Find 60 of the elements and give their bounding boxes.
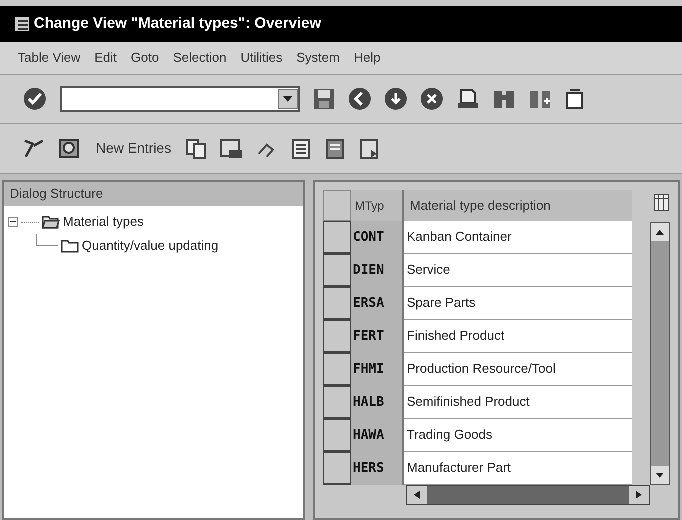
delete-row-icon[interactable] xyxy=(219,138,244,160)
table-cell: DIEN xyxy=(351,254,404,287)
table-cell: FHMI xyxy=(351,353,404,386)
row-selector[interactable] xyxy=(323,353,351,386)
input-field[interactable]: Service xyxy=(404,254,632,287)
folder-icon xyxy=(61,239,79,253)
save-icon[interactable] xyxy=(312,87,336,111)
row-selector[interactable] xyxy=(323,221,351,254)
row-selector[interactable] xyxy=(323,320,351,353)
command-field[interactable] xyxy=(60,86,300,112)
scroll-up-icon[interactable] xyxy=(651,223,669,241)
row-selector[interactable] xyxy=(323,452,351,485)
horizontal-scrollbar[interactable] xyxy=(406,485,650,505)
menu-item[interactable]: Selection xyxy=(173,48,227,68)
print-icon[interactable] xyxy=(456,87,480,111)
input-field[interactable]: Production Resource/Tool xyxy=(404,353,632,386)
menu-item[interactable]: Help xyxy=(354,48,381,68)
input-field[interactable]: Finished Product xyxy=(404,320,632,353)
table-settings-icon[interactable] xyxy=(654,194,670,212)
menu-item[interactable]: System xyxy=(296,48,340,68)
column-header: MTyp xyxy=(351,190,404,221)
scroll-left-icon[interactable] xyxy=(407,486,427,504)
open-folder-icon xyxy=(42,215,60,229)
window-title: Change View "Material types": Overview xyxy=(34,14,322,34)
table-cell: HAWA xyxy=(351,419,404,452)
collapse-icon[interactable] xyxy=(8,217,18,227)
table-cell: HALB xyxy=(351,386,404,419)
panel-title: Dialog Structure xyxy=(4,182,303,206)
scroll-right-icon[interactable] xyxy=(629,486,649,504)
input-field[interactable]: Trading Goods xyxy=(404,419,632,452)
enter-check-icon[interactable] xyxy=(22,86,48,112)
input-field[interactable]: Semifinished Product xyxy=(404,386,632,419)
input-field[interactable]: Manufacturer Part xyxy=(404,452,632,485)
table-cell: HERS xyxy=(351,452,404,485)
tree-line xyxy=(36,234,58,246)
row-selector[interactable] xyxy=(323,254,351,287)
new-entries-button[interactable]: New Entries xyxy=(94,138,174,159)
table-cell: ERSA xyxy=(351,287,404,320)
input-field[interactable]: Kanban Container xyxy=(404,221,632,254)
tree-item[interactable]: Material types xyxy=(63,212,144,232)
row-selector[interactable] xyxy=(323,386,351,419)
table-cell: CONT xyxy=(351,221,404,254)
menu-item[interactable]: Goto xyxy=(131,48,160,68)
table-cell: FERT xyxy=(351,320,404,353)
exit-icon[interactable] xyxy=(384,87,408,111)
column-header: Material type description xyxy=(404,190,632,221)
row-selector[interactable] xyxy=(323,419,351,452)
copy-icon[interactable] xyxy=(185,138,208,160)
back-icon[interactable] xyxy=(348,87,372,111)
input-field[interactable]: Spare Parts xyxy=(404,287,632,320)
tree-item[interactable]: Quantity/value updating xyxy=(82,236,219,256)
row-selector[interactable] xyxy=(323,287,351,320)
menu-item[interactable]: Edit xyxy=(94,48,118,68)
vertical-scrollbar[interactable] xyxy=(650,222,670,485)
menu-item[interactable]: Table View xyxy=(18,48,81,68)
window-icon xyxy=(14,16,30,32)
new-session-icon[interactable] xyxy=(564,87,586,111)
cancel-icon[interactable] xyxy=(420,87,444,111)
menu-item[interactable]: Utilities xyxy=(240,48,283,68)
scroll-down-icon[interactable] xyxy=(651,466,669,484)
